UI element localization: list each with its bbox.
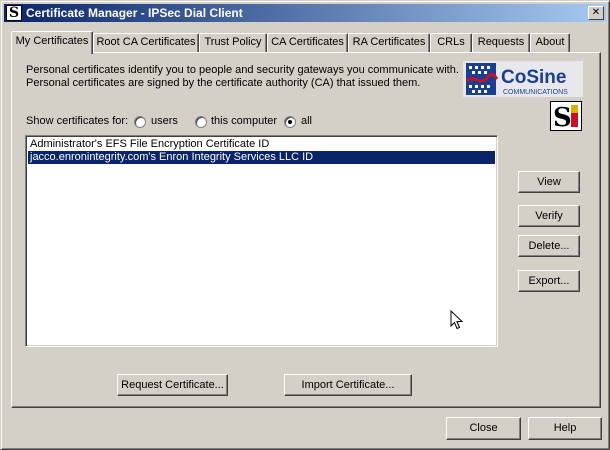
tab-trust-policy[interactable]: Trust Policy [199,33,267,52]
tab-about[interactable]: About [530,33,570,52]
delete-button[interactable]: Delete... [518,235,580,257]
radio-users[interactable] [134,116,146,128]
view-button[interactable]: View [518,171,580,193]
app-icon[interactable]: S [6,5,22,21]
show-for-label: Show certificates for: [26,115,129,127]
tab-my-certificates[interactable]: My Certificates [11,31,93,54]
tab-requests[interactable]: Requests [472,33,530,52]
import-certificate-button[interactable]: Import Certificate... [284,374,412,396]
radio-all[interactable] [284,116,296,128]
certificate-list[interactable]: Administrator's EFS File Encryption Cert… [25,135,498,347]
description-line-1: Personal certificates identify you to pe… [26,64,459,76]
radio-this-computer-label[interactable]: this computer [211,115,277,127]
radio-all-label[interactable]: all [301,115,312,127]
radio-this-computer[interactable] [195,116,207,128]
radio-users-label[interactable]: users [151,115,178,127]
verify-button[interactable]: Verify [518,205,580,227]
cosine-logo: CoSine COMMUNICATIONS [463,61,583,97]
logo-tagline: COMMUNICATIONS [503,89,568,96]
description: Personal certificates identify you to pe… [26,64,459,90]
logo-name: CoSine [501,67,566,88]
request-certificate-button[interactable]: Request Certificate... [117,374,228,396]
certificate-list-item-selected[interactable]: jacco.enronintegrity.com's Enron Integri… [28,151,495,164]
tab-ca-certificates[interactable]: CA Certificates [267,33,348,52]
tab-root-ca-certificates[interactable]: Root CA Certificates [93,33,199,52]
s-logo-icon: S [550,101,582,133]
help-button[interactable]: Help [528,417,602,440]
export-button[interactable]: Export... [518,270,580,292]
description-line-2: Personal certificates are signed by the … [26,77,421,89]
cosine-logo-mark: CoSine COMMUNICATIONS [463,61,583,97]
close-button[interactable]: Close [446,417,521,440]
tab-ra-certificates[interactable]: RA Certificates [348,33,430,52]
window-title: Certificate Manager - IPSec Dial Client [26,6,243,20]
certificate-list-item[interactable]: Administrator's EFS File Encryption Cert… [28,138,495,151]
mouse-cursor-icon [450,309,464,333]
tab-crls[interactable]: CRLs [430,33,472,52]
certificate-manager-window: S Certificate Manager - IPSec Dial Clien… [0,0,610,450]
svg-text:S: S [553,103,572,130]
title-bar[interactable]: S Certificate Manager - IPSec Dial Clien… [4,4,606,22]
window-close-button[interactable]: ✕ [588,6,604,20]
